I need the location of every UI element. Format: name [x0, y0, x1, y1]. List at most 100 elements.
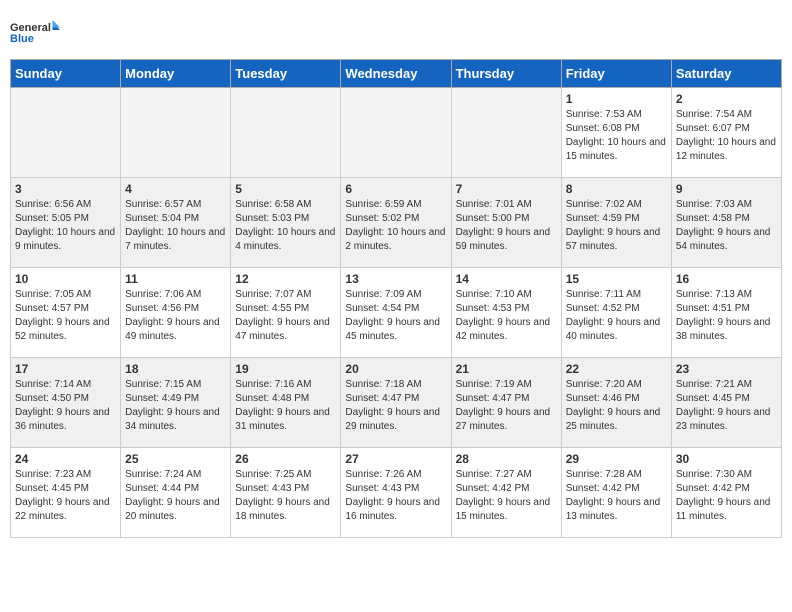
day-number: 29 — [566, 452, 667, 466]
day-info: Sunrise: 7:13 AM Sunset: 4:51 PM Dayligh… — [676, 288, 777, 344]
day-info: Sunrise: 7:14 AM Sunset: 4:50 PM Dayligh… — [15, 378, 116, 434]
day-number: 16 — [676, 272, 777, 286]
calendar-cell: 11 Sunrise: 7:06 AM Sunset: 4:56 PM Dayli… — [121, 268, 231, 358]
day-info: Sunrise: 7:06 AM Sunset: 4:56 PM Dayligh… — [125, 288, 226, 344]
day-number: 6 — [345, 182, 446, 196]
calendar-cell: 20 Sunrise: 7:18 AM Sunset: 4:47 PM Dayli… — [341, 358, 451, 448]
calendar-cell: 1 Sunrise: 7:53 AM Sunset: 6:08 PM Daylig… — [561, 88, 671, 178]
day-number: 2 — [676, 92, 777, 106]
calendar-cell: 8 Sunrise: 7:02 AM Sunset: 4:59 PM Daylig… — [561, 178, 671, 268]
day-number: 13 — [345, 272, 446, 286]
calendar-cell — [341, 88, 451, 178]
day-info: Sunrise: 7:19 AM Sunset: 4:47 PM Dayligh… — [456, 378, 557, 434]
weekday-header-friday: Friday — [561, 60, 671, 88]
day-info: Sunrise: 7:01 AM Sunset: 5:00 PM Dayligh… — [456, 198, 557, 254]
logo-svg: General Blue — [10, 10, 60, 55]
day-info: Sunrise: 7:02 AM Sunset: 4:59 PM Dayligh… — [566, 198, 667, 254]
calendar-cell: 21 Sunrise: 7:19 AM Sunset: 4:47 PM Dayli… — [451, 358, 561, 448]
day-number: 18 — [125, 362, 226, 376]
calendar-cell: 30 Sunrise: 7:30 AM Sunset: 4:42 PM Dayli… — [671, 448, 781, 538]
day-number: 15 — [566, 272, 667, 286]
calendar-cell: 26 Sunrise: 7:25 AM Sunset: 4:43 PM Dayli… — [231, 448, 341, 538]
day-number: 24 — [15, 452, 116, 466]
day-info: Sunrise: 7:30 AM Sunset: 4:42 PM Dayligh… — [676, 468, 777, 524]
day-info: Sunrise: 7:18 AM Sunset: 4:47 PM Dayligh… — [345, 378, 446, 434]
calendar-cell: 23 Sunrise: 7:21 AM Sunset: 4:45 PM Dayli… — [671, 358, 781, 448]
day-number: 14 — [456, 272, 557, 286]
day-info: Sunrise: 7:20 AM Sunset: 4:46 PM Dayligh… — [566, 378, 667, 434]
day-number: 22 — [566, 362, 667, 376]
calendar-cell: 9 Sunrise: 7:03 AM Sunset: 4:58 PM Daylig… — [671, 178, 781, 268]
day-number: 26 — [235, 452, 336, 466]
week-row-1: 1 Sunrise: 7:53 AM Sunset: 6:08 PM Daylig… — [11, 88, 782, 178]
svg-text:General: General — [10, 22, 51, 34]
calendar-cell: 2 Sunrise: 7:54 AM Sunset: 6:07 PM Daylig… — [671, 88, 781, 178]
calendar-cell: 7 Sunrise: 7:01 AM Sunset: 5:00 PM Daylig… — [451, 178, 561, 268]
day-number: 3 — [15, 182, 116, 196]
day-info: Sunrise: 7:28 AM Sunset: 4:42 PM Dayligh… — [566, 468, 667, 524]
day-number: 28 — [456, 452, 557, 466]
week-row-2: 3 Sunrise: 6:56 AM Sunset: 5:05 PM Daylig… — [11, 178, 782, 268]
day-number: 21 — [456, 362, 557, 376]
weekday-header-saturday: Saturday — [671, 60, 781, 88]
day-number: 9 — [676, 182, 777, 196]
calendar-cell: 28 Sunrise: 7:27 AM Sunset: 4:42 PM Dayli… — [451, 448, 561, 538]
week-row-3: 10 Sunrise: 7:05 AM Sunset: 4:57 PM Dayli… — [11, 268, 782, 358]
day-number: 10 — [15, 272, 116, 286]
day-number: 12 — [235, 272, 336, 286]
calendar-cell — [451, 88, 561, 178]
day-info: Sunrise: 6:59 AM Sunset: 5:02 PM Dayligh… — [345, 198, 446, 254]
calendar-cell: 4 Sunrise: 6:57 AM Sunset: 5:04 PM Daylig… — [121, 178, 231, 268]
calendar-cell: 3 Sunrise: 6:56 AM Sunset: 5:05 PM Daylig… — [11, 178, 121, 268]
calendar-cell: 19Sunrise: 7:16 AM Sunset: 4:48 PM Dayli… — [231, 358, 341, 448]
day-number: 25 — [125, 452, 226, 466]
week-row-5: 24 Sunrise: 7:23 AM Sunset: 4:45 PM Dayli… — [11, 448, 782, 538]
calendar-cell: 16 Sunrise: 7:13 AM Sunset: 4:51 PM Dayli… — [671, 268, 781, 358]
weekday-header-wednesday: Wednesday — [341, 60, 451, 88]
calendar-cell — [121, 88, 231, 178]
calendar-cell: 25Sunrise: 7:24 AM Sunset: 4:44 PM Dayli… — [121, 448, 231, 538]
day-info: Sunrise: 7:05 AM Sunset: 4:57 PM Dayligh… — [15, 288, 116, 344]
calendar-cell: 18Sunrise: 7:15 AM Sunset: 4:49 PM Dayli… — [121, 358, 231, 448]
day-number: 23 — [676, 362, 777, 376]
day-number: 5 — [235, 182, 336, 196]
day-number: 7 — [456, 182, 557, 196]
day-info: Sunrise: 6:58 AM Sunset: 5:03 PM Dayligh… — [235, 198, 336, 254]
calendar-cell — [231, 88, 341, 178]
day-number: 8 — [566, 182, 667, 196]
day-info: Sunrise: 7:54 AM Sunset: 6:07 PM Dayligh… — [676, 108, 777, 164]
day-info: Sunrise: 6:56 AM Sunset: 5:05 PM Dayligh… — [15, 198, 116, 254]
day-info: Sunrise: 7:09 AM Sunset: 4:54 PM Dayligh… — [345, 288, 446, 344]
day-info: Sunrise: 7:25 AM Sunset: 4:43 PM Dayligh… — [235, 468, 336, 524]
day-number: 4 — [125, 182, 226, 196]
day-info: Sunrise: 7:21 AM Sunset: 4:45 PM Dayligh… — [676, 378, 777, 434]
weekday-header-thursday: Thursday — [451, 60, 561, 88]
calendar-table: SundayMondayTuesdayWednesdayThursdayFrid… — [10, 59, 782, 538]
weekday-header-tuesday: Tuesday — [231, 60, 341, 88]
day-number: 1 — [566, 92, 667, 106]
day-info: Sunrise: 7:23 AM Sunset: 4:45 PM Dayligh… — [15, 468, 116, 524]
day-number: 30 — [676, 452, 777, 466]
svg-text:Blue: Blue — [10, 33, 34, 45]
day-info: Sunrise: 7:53 AM Sunset: 6:08 PM Dayligh… — [566, 108, 667, 164]
calendar-cell: 13 Sunrise: 7:09 AM Sunset: 4:54 PM Dayli… — [341, 268, 451, 358]
day-info: Sunrise: 7:26 AM Sunset: 4:43 PM Dayligh… — [345, 468, 446, 524]
weekday-header-monday: Monday — [121, 60, 231, 88]
day-number: 20 — [345, 362, 446, 376]
calendar-cell: 10 Sunrise: 7:05 AM Sunset: 4:57 PM Dayli… — [11, 268, 121, 358]
day-info: Sunrise: 7:27 AM Sunset: 4:42 PM Dayligh… — [456, 468, 557, 524]
day-info: Sunrise: 6:57 AM Sunset: 5:04 PM Dayligh… — [125, 198, 226, 254]
calendar-cell: 29 Sunrise: 7:28 AM Sunset: 4:42 PM Dayli… — [561, 448, 671, 538]
day-info: Sunrise: 7:11 AM Sunset: 4:52 PM Dayligh… — [566, 288, 667, 344]
day-number: 11 — [125, 272, 226, 286]
calendar-cell: 27 Sunrise: 7:26 AM Sunset: 4:43 PM Dayli… — [341, 448, 451, 538]
day-number: 27 — [345, 452, 446, 466]
weekday-header-sunday: Sunday — [11, 60, 121, 88]
calendar-cell: 12Sunrise: 7:07 AM Sunset: 4:55 PM Dayli… — [231, 268, 341, 358]
calendar-cell: 5 Sunrise: 6:58 AM Sunset: 5:03 PM Daylig… — [231, 178, 341, 268]
day-info: Sunrise: 7:03 AM Sunset: 4:58 PM Dayligh… — [676, 198, 777, 254]
calendar-cell: 17Sunrise: 7:14 AM Sunset: 4:50 PM Dayli… — [11, 358, 121, 448]
calendar-cell — [11, 88, 121, 178]
day-info: Sunrise: 7:10 AM Sunset: 4:53 PM Dayligh… — [456, 288, 557, 344]
weekday-header-row: SundayMondayTuesdayWednesdayThursdayFrid… — [11, 60, 782, 88]
